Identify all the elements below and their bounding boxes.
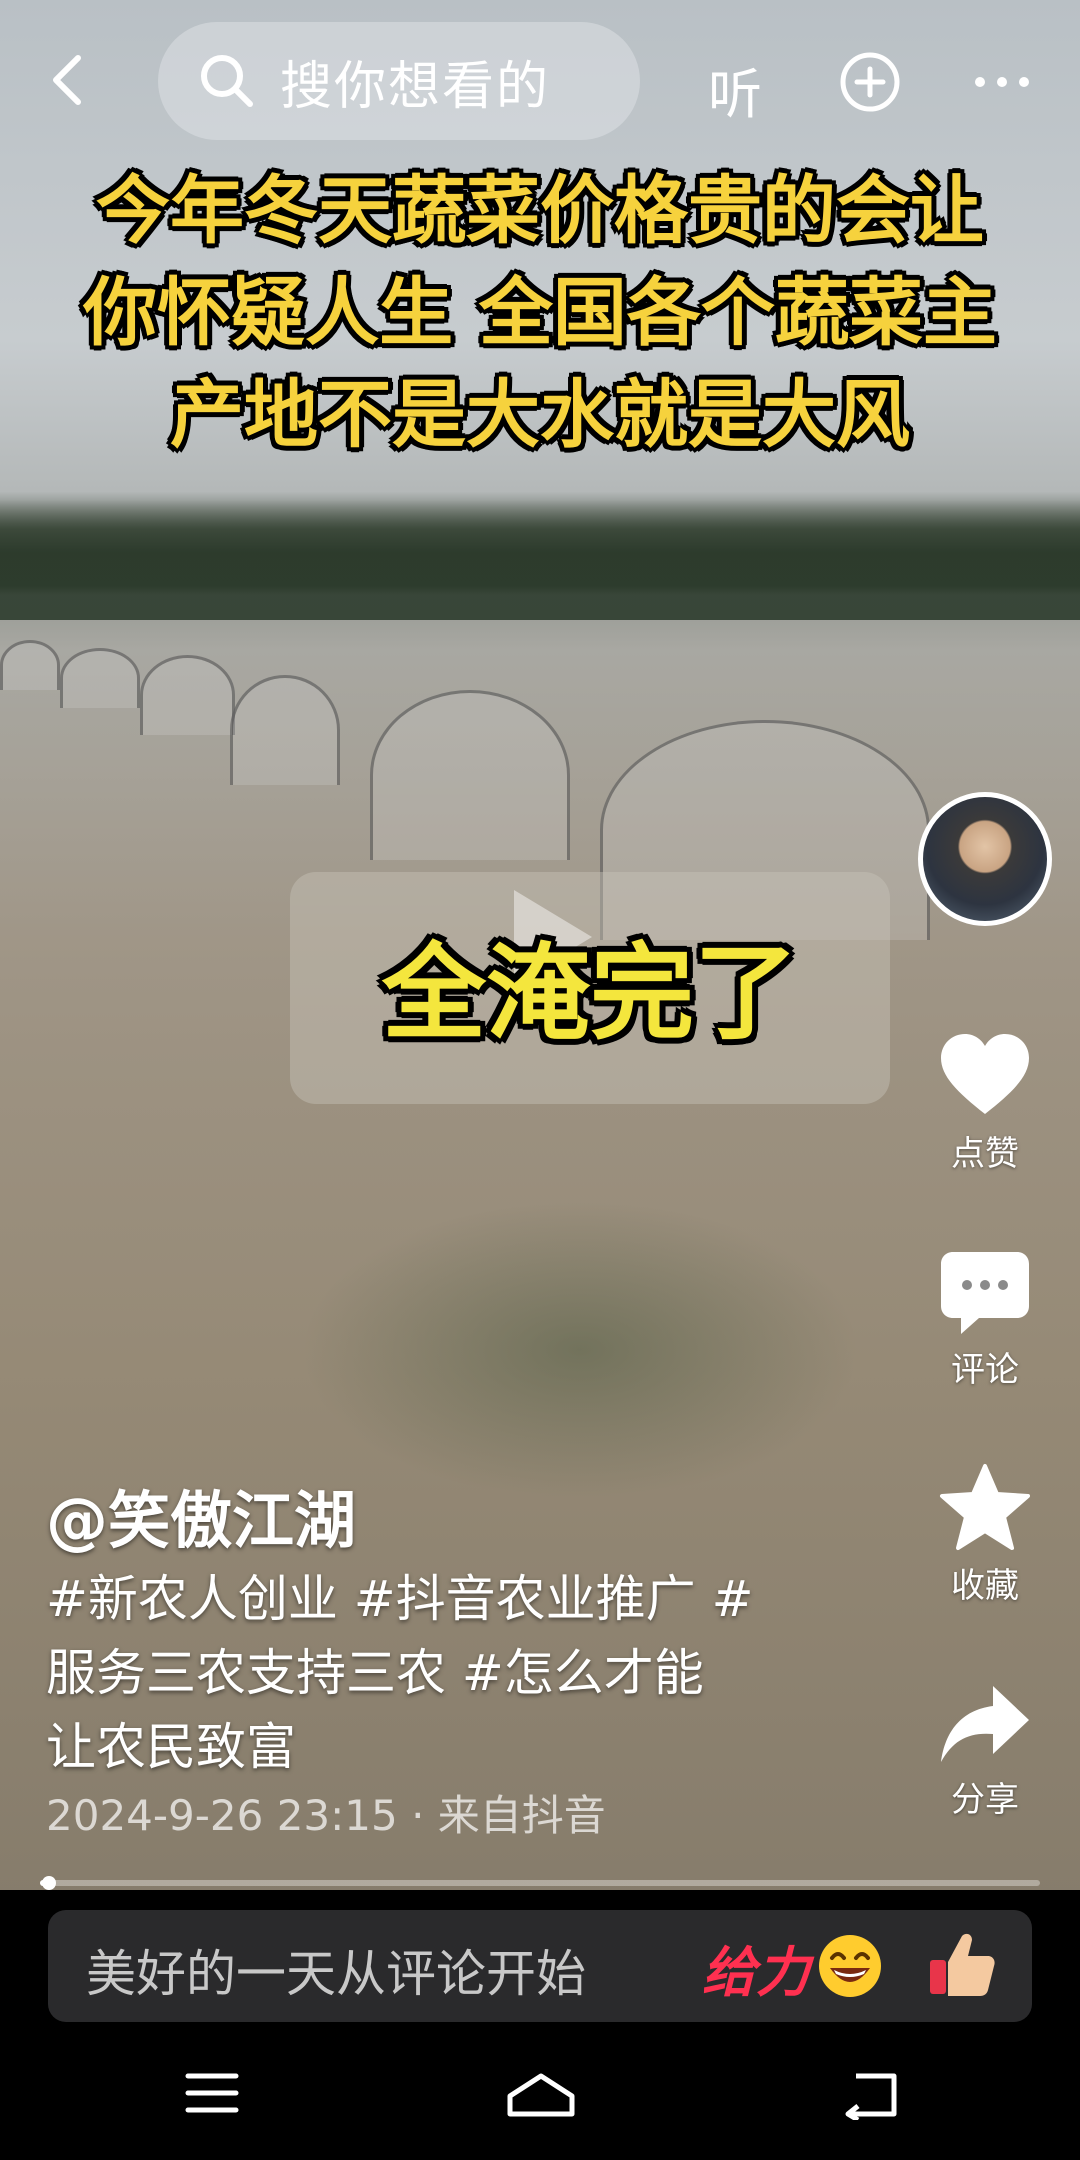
description-line: 让农民致富 bbox=[46, 1718, 296, 1776]
laugh-emoji-icon[interactable] bbox=[816, 1932, 884, 2000]
scene-grass bbox=[300, 1200, 860, 1500]
description-line: 服务三农支持三农 #怎么才能 bbox=[46, 1644, 704, 1702]
heart-icon bbox=[941, 1034, 1029, 1114]
comment-label: 评论 bbox=[951, 1350, 1019, 1390]
menu-icon[interactable] bbox=[184, 2070, 240, 2116]
author-name[interactable]: @笑傲江湖 bbox=[46, 1470, 356, 1560]
top-bar: 搜你想看的 听 bbox=[0, 0, 1080, 165]
post-meta: 2024-9-26 23:15 · 来自抖音 bbox=[46, 1791, 606, 1840]
search-placeholder: 搜你想看的 bbox=[280, 56, 551, 117]
headline-line: 你怀疑人生 全国各个蔬菜主 bbox=[83, 270, 997, 356]
like-label: 点赞 bbox=[951, 1134, 1019, 1174]
video-headline: 今年冬天蔬菜价格贵的会让 你怀疑人生 全国各个蔬菜主 产地不是大水就是大风 bbox=[0, 160, 1080, 466]
video-center-caption: 全淹完了 bbox=[381, 932, 798, 1054]
scene-greenhouse bbox=[230, 675, 340, 785]
progress-knob[interactable] bbox=[42, 1876, 56, 1890]
comment-bubble-icon bbox=[941, 1252, 1029, 1334]
scene-greenhouse bbox=[60, 648, 140, 708]
post-description[interactable]: #新农人创业 #抖音农业推广 # 服务三农支持三农 #怎么才能 让农民致富 bbox=[46, 1562, 846, 1784]
comment-input[interactable]: 美好的一天从评论开始 bbox=[86, 1934, 586, 2006]
system-nav-bar bbox=[0, 2040, 1080, 2160]
scene-greenhouse bbox=[0, 640, 60, 690]
scene-greenhouse bbox=[140, 655, 235, 735]
plus-circle-icon[interactable] bbox=[838, 50, 902, 114]
share-button[interactable]: 分享 bbox=[930, 1680, 1040, 1821]
more-dots-icon[interactable] bbox=[970, 60, 1034, 104]
search-icon bbox=[201, 55, 253, 107]
share-arrow-icon bbox=[941, 1686, 1029, 1762]
star-icon bbox=[940, 1464, 1030, 1550]
favorite-label: 收藏 bbox=[951, 1566, 1019, 1606]
back-arrow-icon[interactable] bbox=[40, 50, 100, 110]
thumbs-up-icon[interactable] bbox=[926, 1928, 998, 2000]
search-bar[interactable]: 搜你想看的 bbox=[158, 22, 640, 140]
video-progress-bar[interactable] bbox=[40, 1880, 1040, 1886]
headline-line: 产地不是大水就是大风 bbox=[170, 372, 910, 458]
share-label: 分享 bbox=[951, 1780, 1019, 1820]
back-nav-icon[interactable] bbox=[840, 2070, 900, 2120]
headline-line: 今年冬天蔬菜价格贵的会让 bbox=[96, 168, 984, 254]
gift-button[interactable]: 给力 bbox=[702, 1928, 810, 2007]
description-line: #新农人创业 #抖音农业推广 # bbox=[46, 1570, 754, 1628]
comment-button[interactable]: 评论 bbox=[930, 1248, 1040, 1391]
home-icon[interactable] bbox=[504, 2070, 578, 2122]
listen-button[interactable]: 听 bbox=[708, 50, 762, 129]
comment-bar[interactable]: 美好的一天从评论开始 给力 bbox=[48, 1910, 1032, 2022]
scene-greenhouse bbox=[370, 690, 570, 860]
like-button[interactable]: 点赞 bbox=[930, 1030, 1040, 1175]
favorite-button[interactable]: 收藏 bbox=[930, 1462, 1040, 1607]
author-avatar[interactable] bbox=[918, 792, 1052, 926]
